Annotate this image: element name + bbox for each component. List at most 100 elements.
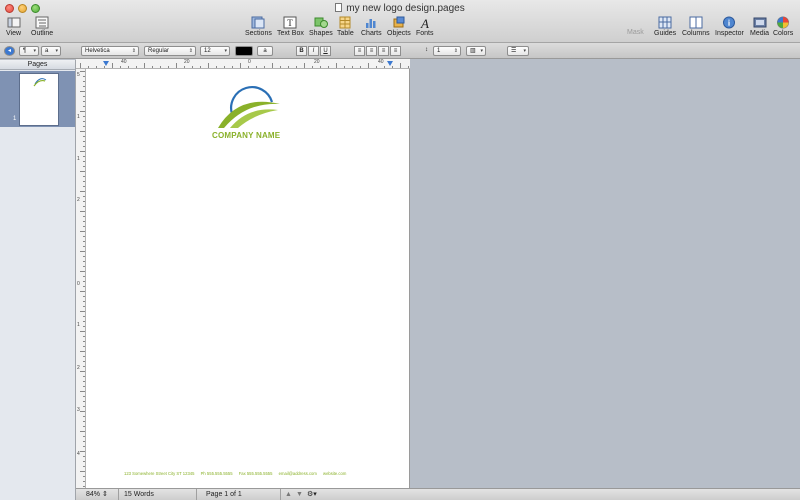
gear-icon[interactable]: ⚙▾ <box>307 490 317 500</box>
character-style-popup[interactable]: a ▾ <box>41 46 61 56</box>
media-icon <box>753 17 767 28</box>
fonts-button[interactable]: A Fonts <box>416 16 434 37</box>
shapes-label: Shapes <box>309 30 333 37</box>
align-left-button[interactable]: ≡ <box>354 46 365 56</box>
table-label: Table <box>337 30 354 37</box>
svg-text:T: T <box>288 18 294 28</box>
page-thumbnail[interactable] <box>19 73 59 126</box>
text-box-button[interactable]: T Text Box <box>277 16 304 37</box>
zoom-popup[interactable]: 84% ⇕ <box>86 490 108 500</box>
ruler-tick <box>280 66 281 68</box>
vertical-ruler[interactable]: 5 1 1 2 0 1 2 3 4 <box>76 69 86 488</box>
ruler-tick <box>83 216 85 217</box>
styles-drawer-button[interactable]: ◂ <box>4 46 15 56</box>
justify-button[interactable]: ≡ <box>390 46 401 56</box>
ruler-tick <box>336 63 337 68</box>
ruler-tick <box>128 66 129 68</box>
mask-label: Mask <box>627 29 644 36</box>
media-button[interactable]: Media <box>750 16 769 37</box>
horizontal-ruler[interactable]: 40 20 0 20 40 <box>76 59 410 69</box>
table-icon <box>339 16 351 29</box>
align-center-button[interactable]: ≡ <box>366 46 377 56</box>
ruler-tick <box>392 66 393 68</box>
text-color-well[interactable] <box>235 46 253 56</box>
guides-button[interactable]: Guides <box>654 16 676 37</box>
svg-text:A: A <box>420 16 429 29</box>
objects-button[interactable]: Objects <box>387 16 411 37</box>
popup-arrow-icon: ▾ <box>33 48 36 54</box>
inspector-label: Inspector <box>715 30 744 37</box>
page-thumbnail-selected[interactable]: 1 <box>0 71 75 127</box>
ruler-tick <box>83 81 85 82</box>
ruler-tick <box>120 66 121 68</box>
ruler-tick <box>208 63 209 68</box>
columns-label: Columns <box>682 30 710 37</box>
ruler-label: 20 <box>314 59 320 65</box>
ruler-tick <box>83 281 85 282</box>
ruler-tick <box>80 231 85 232</box>
italic-button[interactable]: I <box>308 46 319 56</box>
ruler-tick <box>83 146 85 147</box>
ruler-tick <box>83 156 85 157</box>
next-page-button[interactable]: ▼ <box>296 490 303 500</box>
zoom-value: 84% <box>86 491 101 498</box>
align-right-button[interactable]: ≡ <box>378 46 389 56</box>
text-box-icon: T <box>283 16 297 29</box>
columns-button[interactable]: Columns <box>682 16 710 37</box>
shapes-icon <box>314 17 328 28</box>
colors-label: Colors <box>773 30 794 37</box>
ruler-tick <box>80 451 85 452</box>
ruler-label: 0 <box>77 281 80 287</box>
highlight-color-button[interactable]: a <box>257 46 273 56</box>
table-button[interactable]: Table <box>337 16 354 37</box>
pages-window: my new logo design.pages View Outline Se… <box>0 0 800 500</box>
view-button[interactable]: View <box>6 16 21 37</box>
ruler-tick <box>83 426 85 427</box>
ruler-label: 1 <box>77 156 80 162</box>
ruler-tick <box>80 291 85 292</box>
columns-popup[interactable]: ▥ ▾ <box>466 46 486 56</box>
underline-button[interactable]: U <box>320 46 331 56</box>
colors-button[interactable]: Colors <box>773 16 793 37</box>
previous-page-button[interactable]: ▲ <box>285 490 292 500</box>
ruler-label: 0 <box>248 59 251 65</box>
ruler-tick <box>83 301 85 302</box>
paragraph-style-value: ¶ <box>23 48 27 54</box>
guides-icon <box>658 16 672 29</box>
ruler-tick <box>80 71 85 72</box>
footer-website: website.com <box>323 471 347 476</box>
pages-header: Pages <box>0 60 75 70</box>
ruler-tick <box>83 201 85 202</box>
ruler-tick <box>80 171 85 172</box>
align-left-icon: ≡ <box>357 48 362 54</box>
outline-button[interactable]: Outline <box>31 16 53 37</box>
ruler-tick <box>83 221 85 222</box>
inspector-button[interactable]: i Inspector <box>715 16 744 37</box>
mask-button[interactable]: Mask <box>627 29 644 36</box>
line-spacing-popup[interactable]: 1 ⇕ <box>433 46 461 56</box>
list-icon: ☰ <box>511 48 517 54</box>
ruler-tick <box>344 66 345 68</box>
font-size-field[interactable]: 12 ▾ <box>200 46 230 56</box>
paragraph-style-popup[interactable]: ¶ ▾ <box>19 46 39 56</box>
ruler-tick <box>83 96 85 97</box>
sections-button[interactable]: Sections <box>245 16 272 37</box>
pages-sidebar: Pages 1 <box>0 60 76 500</box>
bold-button[interactable]: B <box>296 46 307 56</box>
shapes-button[interactable]: Shapes <box>309 16 333 37</box>
font-size-value: 12 <box>204 48 211 54</box>
ruler-tick <box>256 66 257 68</box>
font-weight-popup[interactable]: Regular ⇕ <box>144 46 196 56</box>
popup-arrow-icon: ▾ <box>224 48 227 54</box>
ruler-tick <box>83 461 85 462</box>
font-family-popup[interactable]: Helvetica ⇕ <box>81 46 139 56</box>
ruler-tick <box>80 111 85 112</box>
line-spacing-value: 1 <box>437 48 441 54</box>
italic-label: I <box>312 48 315 54</box>
page-indicator: Page 1 of 1 <box>206 491 242 498</box>
ruler-tick <box>83 396 85 397</box>
list-style-popup[interactable]: ☰ ▾ <box>507 46 529 56</box>
underline-label: U <box>323 48 328 54</box>
ruler-tick <box>80 271 85 272</box>
charts-button[interactable]: Charts <box>361 16 382 37</box>
